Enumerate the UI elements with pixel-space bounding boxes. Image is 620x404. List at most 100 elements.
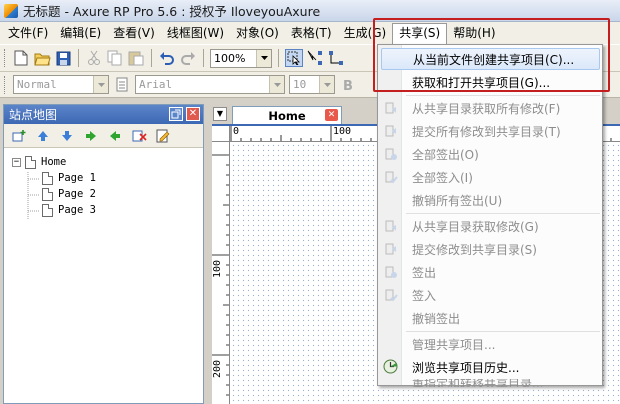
tree-item-page1[interactable]: Page 1: [4, 170, 203, 186]
menu-separator: [406, 331, 600, 332]
menu-item-label: 提交所有修改到共享目录(T): [412, 124, 561, 139]
check-in-icon: [385, 289, 398, 302]
menu-file[interactable]: 文件(F): [2, 23, 54, 43]
toolbar-grip[interactable]: [4, 75, 7, 94]
menu-item-label: 提交修改到共享目录(S): [412, 242, 537, 257]
flow-connector-icon[interactable]: [327, 49, 345, 67]
menu-commit-changes[interactable]: 提交修改到共享目录(S): [378, 238, 602, 260]
collapse-icon[interactable]: −: [12, 157, 21, 167]
toolbar-separator: [78, 49, 79, 67]
menu-item-label: 撤销签出: [412, 311, 461, 326]
copy-icon[interactable]: [106, 49, 124, 67]
style-editor-icon[interactable]: [113, 76, 131, 94]
menu-object[interactable]: 对象(O): [230, 23, 285, 43]
menu-undo-check-out[interactable]: 撤销签出: [378, 307, 602, 329]
sitemap-toolbar: [4, 124, 203, 148]
bold-icon[interactable]: B: [339, 76, 357, 94]
menu-get-changes[interactable]: 从共享目录获取修改(G): [378, 215, 602, 237]
tab-home[interactable]: Home ✕: [232, 106, 342, 124]
get-changes-icon: [385, 102, 396, 114]
tree-item-page2[interactable]: Page 2: [4, 186, 203, 202]
menu-relocate-shared-directory[interactable]: 重指定和转移共享目录...: [378, 379, 602, 387]
menu-item-label: 从共享目录获取修改(G): [412, 219, 539, 234]
menu-edit[interactable]: 编辑(E): [54, 23, 107, 43]
outdent-icon[interactable]: [106, 127, 124, 145]
ruler-label: 100: [333, 126, 352, 137]
chevron-down-icon[interactable]: [93, 76, 108, 93]
font-select[interactable]: Arial: [135, 75, 285, 94]
menu-view[interactable]: 查看(V): [107, 23, 161, 43]
tab-list-dropdown-icon[interactable]: ▼: [213, 107, 227, 121]
undo-icon[interactable]: [158, 49, 176, 67]
new-file-icon[interactable]: [12, 49, 30, 67]
tree-item-page3[interactable]: Page 3: [4, 202, 203, 218]
undock-icon[interactable]: [169, 107, 183, 121]
menu-check-in[interactable]: 签入: [378, 284, 602, 306]
commit-changes-icon: [385, 125, 396, 137]
menu-check-out-all[interactable]: 全部签出(O): [378, 143, 602, 165]
paste-icon[interactable]: [127, 49, 145, 67]
menu-undo-all-check-outs[interactable]: 撤销所有签出(U): [378, 189, 602, 211]
menu-item-label: 撤销所有签出(U): [412, 193, 503, 208]
tree-label: Page 3: [58, 204, 96, 216]
menu-wireframe[interactable]: 线框图(W): [161, 23, 230, 43]
select-pointer-icon[interactable]: [285, 49, 303, 67]
indent-icon[interactable]: [82, 127, 100, 145]
commit-changes-icon: [385, 243, 396, 255]
delete-page-icon[interactable]: [130, 127, 148, 145]
move-up-icon[interactable]: [34, 127, 52, 145]
ruler-label: 0: [233, 126, 240, 137]
menu-item-label: 管理共享项目...: [412, 337, 496, 352]
page-icon: [42, 203, 53, 217]
tree-label: Page 2: [58, 188, 96, 200]
chevron-down-icon[interactable]: [269, 76, 284, 93]
add-page-icon[interactable]: [10, 127, 28, 145]
sitemap-header: 站点地图 ✕: [4, 105, 203, 124]
zoom-value: 100%: [214, 51, 246, 65]
font-size-value: 10: [293, 78, 307, 91]
sitemap-tree: − Home Page 1 Page 2 Page 3: [4, 148, 203, 219]
menu-commit-all-changes[interactable]: 提交所有修改到共享目录(T): [378, 120, 602, 142]
cut-icon[interactable]: [85, 49, 103, 67]
close-tab-icon[interactable]: ✕: [325, 109, 338, 121]
menu-browse-history[interactable]: 浏览共享项目历史...: [378, 356, 602, 378]
svg-text:B: B: [343, 79, 353, 92]
redo-icon[interactable]: [179, 49, 197, 67]
menu-check-out[interactable]: 签出: [378, 261, 602, 283]
chevron-down-icon[interactable]: [256, 49, 271, 67]
menu-get-all-changes[interactable]: 从共享目录获取所有修改(F): [378, 97, 602, 119]
move-down-icon[interactable]: [58, 127, 76, 145]
chevron-down-icon[interactable]: [319, 76, 334, 93]
tree-label: Page 1: [58, 172, 96, 184]
font-size-select[interactable]: 10: [289, 75, 335, 94]
tree-item-home[interactable]: − Home: [4, 154, 203, 170]
check-in-icon: [385, 171, 398, 184]
open-folder-icon[interactable]: [33, 49, 51, 67]
axure-logo-icon: [4, 3, 18, 18]
menu-manage-shared-project[interactable]: 管理共享项目...: [378, 333, 602, 355]
save-icon[interactable]: [54, 49, 72, 67]
style-select[interactable]: Normal: [13, 75, 109, 94]
ruler-label: 100: [212, 259, 223, 278]
sitemap-title: 站点地图: [9, 108, 58, 122]
menu-item-label: 全部签入(I): [412, 170, 473, 185]
menu-table[interactable]: 表格(T): [285, 23, 338, 43]
zoom-select[interactable]: 100%: [210, 48, 272, 68]
menu-item-label: 签出: [412, 265, 437, 280]
font-value: Arial: [139, 78, 173, 91]
menu-check-in-all[interactable]: 全部签入(I): [378, 166, 602, 188]
sitemap-panel: 站点地图 ✕ − Home Page 1 Page 2 Page 3: [3, 104, 204, 404]
ruler-corner: [212, 126, 230, 142]
edit-page-icon[interactable]: [154, 127, 172, 145]
page-icon: [25, 155, 36, 169]
style-value: Normal: [17, 78, 57, 91]
toolbar-separator: [203, 49, 204, 67]
menu-item-label: 重指定和转移共享目录...: [412, 379, 544, 387]
toolbar-grip[interactable]: [4, 49, 7, 67]
page-icon: [42, 187, 53, 201]
menu-item-label: 从共享目录获取所有修改(F): [412, 101, 561, 116]
check-out-icon: [385, 148, 397, 160]
share-menu-dropdown: 从当前文件创建共享项目(C)... 获取和打开共享项目(G)... 从共享目录获…: [377, 44, 603, 387]
connector-tool-icon[interactable]: [306, 49, 324, 67]
close-icon[interactable]: ✕: [186, 107, 200, 121]
